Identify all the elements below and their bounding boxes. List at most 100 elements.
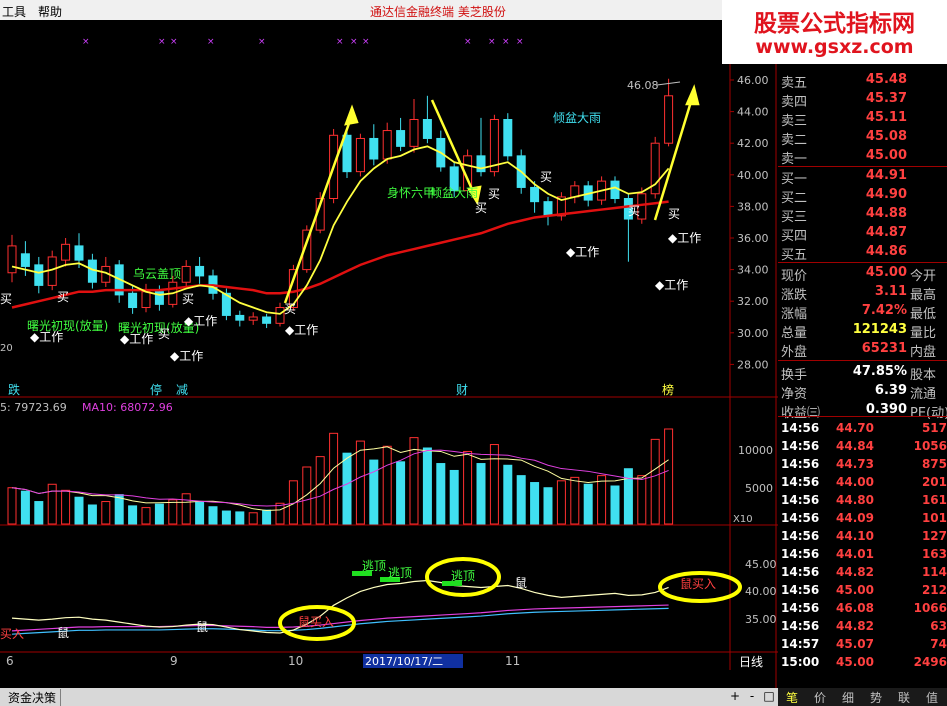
stat-row: 现价 45.00 今开	[778, 265, 947, 284]
tick-row[interactable]: 14:56 44.73 875	[778, 456, 947, 474]
volume-bar	[597, 475, 607, 525]
ask-row[interactable]: 卖五 45.48	[778, 72, 947, 91]
price-tick: 36.00	[737, 232, 769, 245]
bid-price: 44.91	[865, 168, 907, 183]
tick-price: 44.84	[836, 439, 874, 453]
tick-time: 14:56	[781, 583, 820, 597]
tab-ticks[interactable]: 笔	[780, 689, 804, 706]
tick-row[interactable]: 14:56 44.09 101	[778, 510, 947, 528]
tick-volume: 163	[921, 547, 947, 561]
stat-label: 外盘	[781, 345, 808, 360]
tick-row[interactable]: 14:56 46.08 1066	[778, 600, 947, 618]
candle	[422, 119, 432, 139]
volume-bar	[302, 466, 312, 525]
stat-row: 涨跌 3.11 最高	[778, 284, 947, 303]
ask-row[interactable]: 卖三 45.11	[778, 110, 947, 129]
bid-row[interactable]: 买二 44.90	[778, 187, 947, 206]
volume-bar	[74, 496, 84, 525]
volume-legend-ma5: 5: 79723.69	[0, 401, 67, 414]
ask-label: 卖三	[781, 114, 808, 129]
rat-label: 鼠	[515, 576, 527, 590]
fund-decision-tab[interactable]: 资金决策	[4, 689, 62, 706]
volume-bar	[342, 452, 352, 525]
svg-text:×: ×	[350, 37, 358, 47]
tick-volume: 127	[921, 529, 947, 543]
tick-volume: 161	[921, 493, 947, 507]
tab-trend[interactable]: 势	[864, 689, 888, 706]
tick-row[interactable]: 15:00 45.00 2496	[778, 654, 947, 672]
candle	[235, 314, 245, 321]
buy-signal: 买	[0, 292, 12, 306]
tick-time: 14:56	[781, 547, 820, 561]
bid-row[interactable]: 买三 44.88	[778, 206, 947, 225]
rat-buy-label: 鼠买入	[298, 615, 334, 629]
candle	[530, 186, 540, 203]
stat-label: 净资	[781, 387, 808, 402]
bid-row[interactable]: 买四 44.87	[778, 225, 947, 244]
tab-value[interactable]: 值	[920, 689, 944, 706]
candle	[369, 137, 379, 160]
tick-row[interactable]: 14:56 44.82 63	[778, 618, 947, 636]
layout-button[interactable]: □	[762, 689, 776, 703]
menu-help[interactable]: 帮助	[38, 3, 62, 20]
candle	[570, 185, 580, 198]
ask-label: 卖四	[781, 95, 808, 110]
bid-label: 买一	[781, 172, 808, 187]
quote-panel: 卖五 45.48 卖四 45.37 卖三 45.11 卖二 45.08 卖一 4…	[778, 64, 947, 688]
ask-row[interactable]: 卖四 45.37	[778, 91, 947, 110]
buy-signal: 买	[57, 290, 69, 304]
tick-row[interactable]: 14:57 45.07 74	[778, 636, 947, 654]
bid-row[interactable]: 买五 44.86	[778, 244, 947, 263]
work-signal: ◆工作	[655, 278, 688, 292]
tick-volume: 201	[921, 475, 947, 489]
tick-price: 45.00	[836, 583, 874, 597]
tick-row[interactable]: 14:56 44.10 127	[778, 528, 947, 546]
volume-bar	[610, 485, 620, 525]
volume-bar	[34, 501, 44, 525]
tick-row[interactable]: 14:56 44.01 163	[778, 546, 947, 564]
tick-time: 14:56	[781, 475, 820, 489]
signal-pregnant: 身怀六甲	[387, 185, 435, 200]
volume-bar	[208, 506, 218, 525]
tick-volume: 212	[921, 583, 947, 597]
tick-price: 44.82	[836, 565, 874, 579]
tick-row[interactable]: 14:56 44.70 517	[778, 420, 947, 438]
tab-price[interactable]: 价	[808, 689, 832, 706]
zoom-out-button[interactable]: -	[745, 689, 759, 703]
tick-row[interactable]: 14:56 44.82 114	[778, 564, 947, 582]
volume-bar	[114, 494, 124, 525]
ask-row[interactable]: 卖二 45.08	[778, 129, 947, 148]
svg-text:×: ×	[207, 37, 215, 47]
candle	[20, 253, 30, 267]
ask-row[interactable]: 卖一 45.00	[778, 148, 947, 167]
tick-row[interactable]: 14:56 45.00 212	[778, 582, 947, 600]
candle	[61, 243, 71, 261]
bid-price: 44.87	[865, 225, 907, 240]
tag-reduce: 减	[176, 383, 188, 397]
rat-label: 鼠	[196, 620, 208, 634]
chart-area[interactable]: 46.00 44.00 42.00 40.00 38.00 36.00 34.00 32.00…	[0, 20, 778, 688]
price-tick: 44.00	[737, 106, 769, 119]
candle	[195, 265, 205, 277]
stat-label-2: 内盘	[910, 345, 937, 360]
tick-row[interactable]: 14:56 44.84 1056	[778, 438, 947, 456]
tab-detail[interactable]: 细	[836, 689, 860, 706]
zoom-in-button[interactable]: +	[728, 689, 742, 703]
tick-row[interactable]: 14:56 44.80 161	[778, 492, 947, 510]
volume-bar	[101, 501, 111, 525]
period-label[interactable]: 日线	[739, 655, 763, 669]
tick-time: 14:56	[781, 529, 820, 543]
bid-label: 买二	[781, 191, 808, 206]
volume-bar	[47, 483, 57, 525]
volume-bar	[476, 463, 486, 525]
tab-link[interactable]: 联	[892, 689, 916, 706]
candle	[610, 180, 620, 199]
bottom-tab-bar: 资金决策 + - □	[0, 688, 778, 706]
bid-row[interactable]: 买一 44.91	[778, 168, 947, 187]
work-signal: ◆工作	[30, 330, 63, 344]
tick-row[interactable]: 14:56 44.00 201	[778, 474, 947, 492]
menu-tools[interactable]: 工具	[2, 3, 26, 20]
escape-top-label: 逃顶	[388, 566, 412, 580]
candle	[382, 130, 392, 160]
indicator-axis-40: 40.00	[745, 585, 777, 598]
